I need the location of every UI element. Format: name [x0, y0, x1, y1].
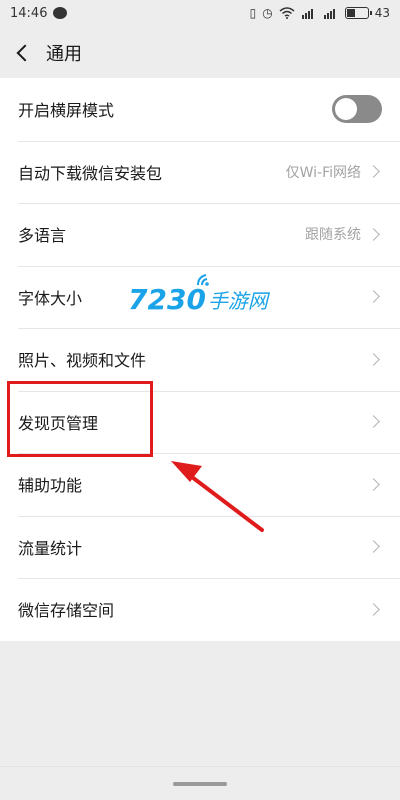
setting-label: 字体大小 — [18, 288, 83, 308]
wifi-icon — [279, 7, 295, 19]
signal-4g-icon — [301, 9, 313, 19]
chevron-right-icon — [367, 540, 380, 554]
setting-label: 流量统计 — [18, 538, 83, 558]
setting-data-usage[interactable]: 流量统计 — [0, 515, 400, 579]
back-button[interactable] — [0, 26, 46, 80]
toggle-knob — [335, 98, 357, 121]
setting-media-files[interactable]: 照片、视频和文件 — [0, 328, 400, 391]
setting-label: 开启横屏模式 — [18, 101, 115, 121]
landscape-toggle[interactable] — [332, 95, 382, 124]
setting-auto-download[interactable]: 自动下载微信安装包 仅Wi-Fi网络 — [0, 140, 400, 204]
setting-discover-management[interactable]: 发现页管理 — [0, 390, 400, 454]
battery-percentage: 43 — [374, 6, 390, 20]
gesture-bar — [0, 766, 400, 800]
setting-value: 跟随系统 — [305, 227, 361, 244]
vibrate-icon: ▯ — [249, 6, 257, 20]
setting-storage[interactable]: 微信存储空间 — [0, 578, 400, 641]
home-indicator[interactable] — [173, 781, 227, 786]
chevron-right-icon — [367, 602, 380, 616]
setting-accessibility[interactable]: 辅助功能 — [0, 453, 400, 516]
setting-label: 多语言 — [18, 226, 67, 246]
chevron-right-icon — [367, 415, 380, 429]
setting-label: 微信存储空间 — [18, 601, 115, 621]
setting-language[interactable]: 多语言 跟随系统 — [0, 203, 400, 266]
page-title: 通用 — [46, 44, 82, 65]
status-bar: 14:46 ▯ ◷ 43 — [0, 0, 400, 26]
setting-label: 自动下载微信安装包 — [18, 163, 163, 183]
chat-bubble-icon — [53, 7, 68, 19]
battery-icon — [344, 7, 372, 19]
chevron-right-icon — [367, 227, 380, 241]
status-time: 14:46 — [10, 5, 48, 21]
setting-landscape-mode[interactable]: 开启横屏模式 — [0, 78, 400, 141]
settings-list: 开启横屏模式 自动下载微信安装包 仅Wi-Fi网络 多语言 跟随系统 字体大小 … — [0, 78, 400, 641]
signal-3g-icon — [323, 9, 335, 19]
setting-label: 发现页管理 — [18, 413, 99, 433]
chevron-left-icon — [16, 44, 34, 62]
chevron-right-icon — [367, 352, 380, 366]
alarm-icon: ◷ — [262, 6, 273, 20]
nav-bar: 通用 — [0, 26, 400, 80]
setting-font-size[interactable]: 字体大小 — [0, 265, 400, 329]
chevron-right-icon — [367, 165, 380, 179]
setting-value: 仅Wi-Fi网络 — [285, 164, 361, 181]
chevron-right-icon — [367, 290, 380, 304]
status-icons: ▯ ◷ 43 — [250, 6, 390, 20]
chevron-right-icon — [367, 477, 380, 491]
setting-label: 辅助功能 — [18, 476, 83, 496]
setting-label: 照片、视频和文件 — [18, 351, 147, 371]
